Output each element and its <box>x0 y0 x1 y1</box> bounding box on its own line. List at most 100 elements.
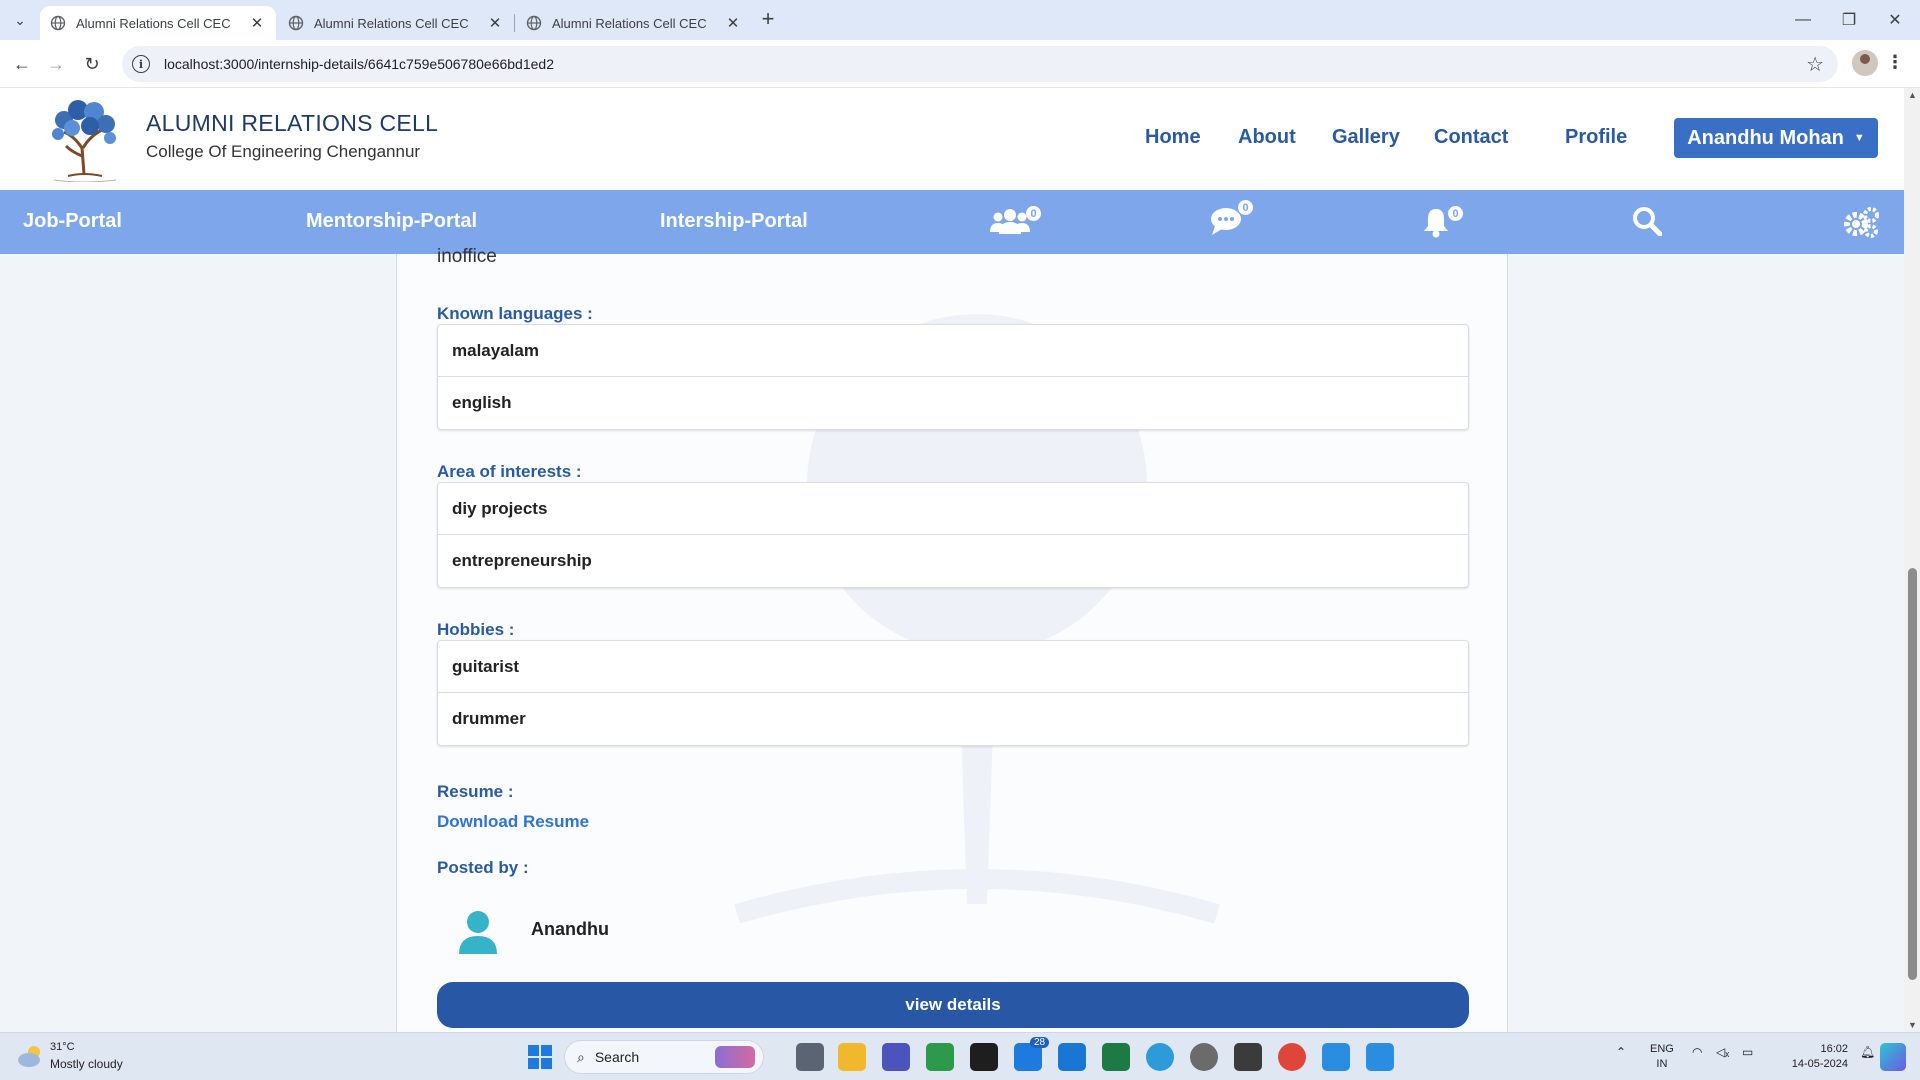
search-button[interactable] <box>1632 206 1664 238</box>
browser-tab-2[interactable]: Alumni Relations Cell CEC ✕ <box>278 6 514 40</box>
clock[interactable]: 16:02 14-05-2024 <box>1772 1042 1848 1072</box>
mentorship-portal-link[interactable]: Mentorship-Portal <box>306 210 477 233</box>
globe-icon <box>50 15 66 31</box>
browser-tab-3[interactable]: Alumni Relations Cell CEC ✕ <box>516 6 752 40</box>
bookmark-star-icon[interactable]: ☆ <box>1806 52 1824 77</box>
app-bars-icon[interactable] <box>1234 1043 1262 1071</box>
profile-avatar[interactable] <box>1852 50 1878 76</box>
search-icon: ⌕ <box>577 1048 585 1065</box>
nav-profile[interactable]: Profile <box>1565 126 1627 149</box>
back-icon[interactable]: ← <box>10 52 34 76</box>
view-details-button[interactable]: view details <box>437 982 1469 1028</box>
groups-count-badge: 0 <box>1026 206 1041 221</box>
browser-tab-1[interactable]: Alumni Relations Cell CEC ✕ <box>40 6 276 40</box>
notification-bell-icon[interactable]: 🔔︎ <box>1860 1045 1875 1059</box>
languages-list: malayalam english <box>437 324 1469 430</box>
task-view-icon[interactable] <box>796 1043 824 1071</box>
list-item: malayalam <box>438 325 1468 377</box>
windows-start-icon[interactable] <box>526 1043 554 1071</box>
download-resume-link[interactable]: Download Resume <box>437 812 589 832</box>
clock-time: 16:02 <box>1820 1043 1848 1055</box>
mail-count-badge: 28 <box>1030 1037 1050 1048</box>
users-icon <box>990 209 1030 234</box>
page-scrollbar[interactable]: ▲ ▼ <box>1904 88 1920 1032</box>
tab-close-icon[interactable]: ✕ <box>724 14 742 32</box>
list-item: diy projects <box>438 483 1468 535</box>
user-avatar-icon <box>459 911 497 954</box>
terminal-icon[interactable] <box>970 1043 998 1071</box>
site-info-icon[interactable]: i <box>132 55 150 73</box>
new-tab-button[interactable]: + <box>756 8 780 32</box>
taskbar-search-box[interactable]: ⌕ Search <box>564 1040 764 1074</box>
nav-contact[interactable]: Contact <box>1434 126 1508 149</box>
site-title[interactable]: ALUMNI RELATIONS CELL <box>146 110 438 137</box>
volume-muted-icon[interactable]: ◁ₓ <box>1716 1045 1729 1059</box>
languages-label: Known languages : <box>437 304 593 323</box>
browser-tab-strip: ⌄ Alumni Relations Cell CEC ✕ Alumni Rel… <box>0 0 1920 40</box>
battery-icon[interactable]: ▭ <box>1742 1045 1753 1059</box>
scroll-up-arrow-icon[interactable]: ▲ <box>1908 90 1917 100</box>
messages-button[interactable]: 0 <box>1210 200 1254 238</box>
gears-icon <box>1844 207 1879 238</box>
settings-button[interactable] <box>1842 206 1882 238</box>
posted-by-label: Posted by : <box>437 858 529 877</box>
nav-gallery[interactable]: Gallery <box>1332 126 1400 149</box>
tab-close-icon[interactable]: ✕ <box>248 14 266 32</box>
internship-portal-link[interactable]: Intership-Portal <box>660 210 808 233</box>
scroll-down-arrow-icon[interactable]: ▼ <box>1908 1020 1917 1030</box>
restore-button[interactable]: ❐ <box>1826 0 1872 40</box>
input-language[interactable]: ENG IN <box>1650 1042 1674 1072</box>
hobbies-list: guitarist drummer <box>437 640 1469 746</box>
tab-close-icon[interactable]: ✕ <box>486 14 504 32</box>
poster-name: Anandhu <box>531 919 609 939</box>
globe-icon <box>288 15 304 31</box>
site-header: ALUMNI RELATIONS CELL College Of Enginee… <box>0 88 1904 190</box>
windows-taskbar: 31°C Mostly cloudy ⌕ Search 28 ⌃ ENG IN … <box>0 1032 1920 1080</box>
wifi-icon[interactable]: ◠ <box>1692 1045 1702 1059</box>
mail-icon[interactable]: 28 <box>1014 1037 1050 1071</box>
clock-date: 14-05-2024 <box>1791 1058 1848 1070</box>
notepad-icon[interactable] <box>1322 1043 1350 1071</box>
show-hidden-icons-chevron[interactable]: ⌃ <box>1616 1045 1626 1059</box>
photos-app-icon[interactable] <box>926 1043 954 1071</box>
lang-code: ENG <box>1650 1043 1674 1055</box>
file-explorer-icon[interactable] <box>838 1043 866 1071</box>
caret-down-icon: ▼ <box>1853 132 1865 144</box>
menu-kebab-icon[interactable]: ⋮ <box>1886 52 1904 73</box>
scrollbar-thumb[interactable] <box>1908 568 1917 980</box>
app-icon[interactable] <box>1190 1043 1218 1071</box>
excel-icon[interactable] <box>1102 1043 1130 1071</box>
portal-bar: Job-Portal Mentorship-Portal Intership-P… <box>0 190 1904 254</box>
teams-icon[interactable] <box>882 1043 910 1071</box>
search-highlight-icon <box>715 1046 755 1068</box>
messages-count-badge: 0 <box>1238 200 1253 215</box>
chat-icon <box>1211 208 1241 235</box>
search-icon <box>1633 207 1663 237</box>
site-subtitle: College Of Engineering Chengannur <box>146 142 421 161</box>
url-text[interactable]: localhost:3000/internship-details/6641c7… <box>164 56 554 72</box>
minimize-button[interactable]: — <box>1780 0 1826 40</box>
chrome-icon[interactable] <box>1278 1043 1306 1071</box>
groups-button[interactable]: 0 <box>990 206 1041 238</box>
list-item: drummer <box>452 709 526 728</box>
notifications-button[interactable]: 0 <box>1422 206 1464 238</box>
weather-temperature[interactable]: 31°C <box>50 1041 75 1053</box>
weather-description[interactable]: Mostly cloudy <box>50 1057 123 1071</box>
vscode-icon[interactable] <box>1366 1043 1394 1071</box>
tab-title: Alumni Relations Cell CEC <box>314 15 469 31</box>
store-icon[interactable] <box>1058 1043 1086 1071</box>
tab-search-dropdown-icon[interactable]: ⌄ <box>8 8 32 32</box>
nav-home[interactable]: Home <box>1145 126 1201 149</box>
forward-icon[interactable]: → <box>44 52 68 76</box>
college-logo[interactable] <box>44 96 126 182</box>
user-dropdown-button[interactable]: Anandhu Mohan ▼ <box>1674 118 1878 158</box>
close-window-button[interactable]: ✕ <box>1872 0 1918 40</box>
copilot-icon[interactable] <box>1880 1043 1906 1071</box>
reload-icon[interactable]: ↻ <box>80 52 104 76</box>
weather-cloud-icon[interactable] <box>16 1043 44 1069</box>
list-item: english <box>452 393 512 412</box>
job-portal-link[interactable]: Job-Portal <box>23 210 122 233</box>
nav-about[interactable]: About <box>1238 126 1296 149</box>
edge-icon[interactable] <box>1146 1043 1174 1071</box>
address-bar[interactable]: i localhost:3000/internship-details/6641… <box>122 46 1838 82</box>
